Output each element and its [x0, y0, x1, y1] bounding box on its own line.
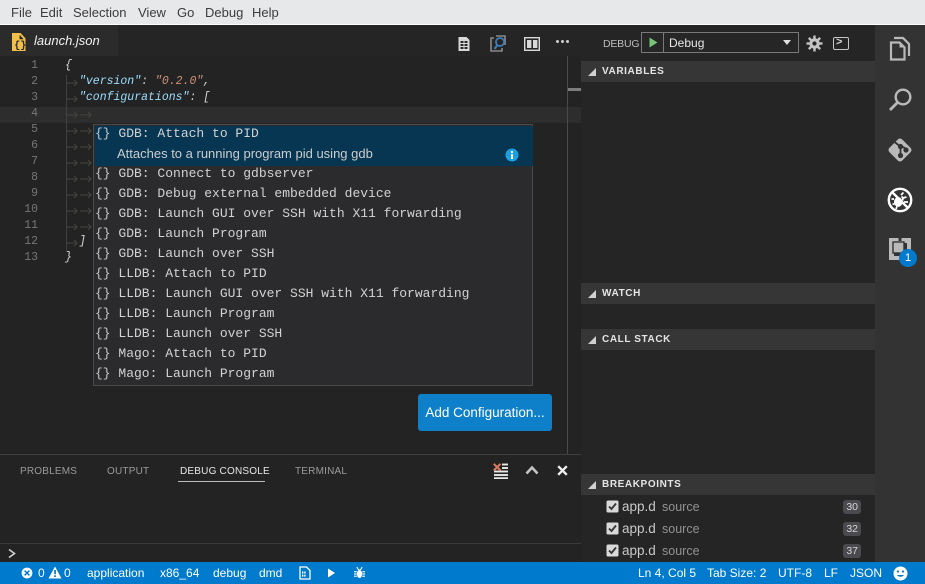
svg-text:{}: {} [14, 40, 26, 51]
